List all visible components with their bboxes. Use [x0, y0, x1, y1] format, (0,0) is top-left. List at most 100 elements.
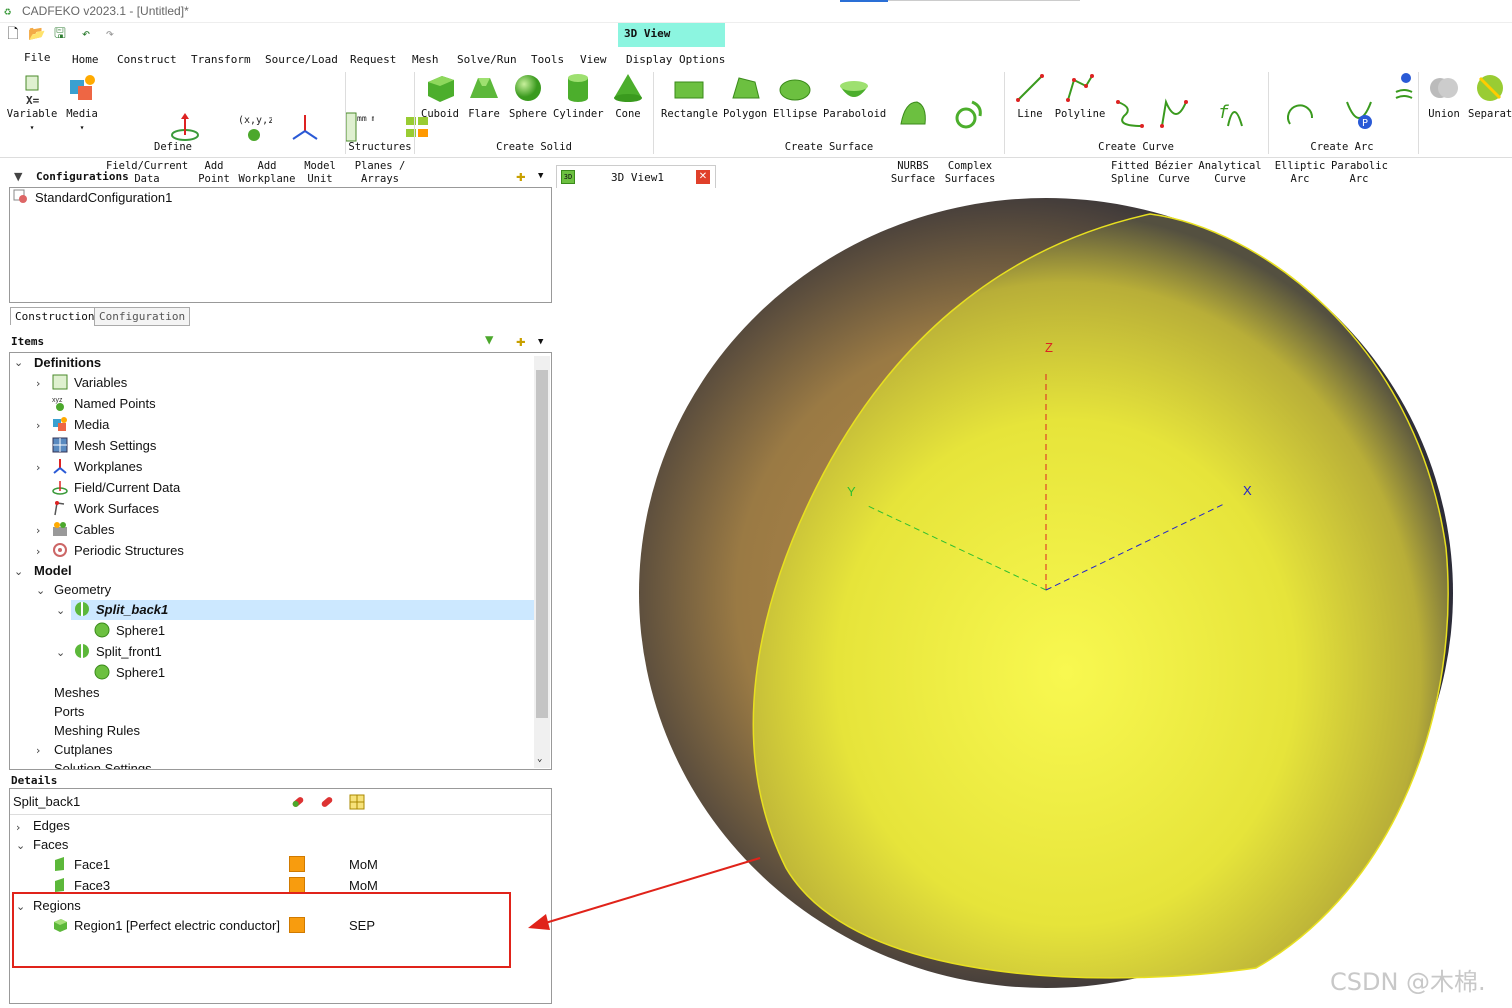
configurations-list: StandardConfiguration1 — [9, 187, 552, 303]
line-button[interactable]: Line — [1012, 72, 1048, 121]
tree-node-model[interactable]: Model — [34, 561, 72, 581]
tree-node-definitions[interactable]: Definitions — [34, 353, 101, 373]
sphere-button[interactable]: Sphere — [508, 72, 548, 121]
details-face1[interactable]: Face1 — [52, 855, 110, 875]
rectangle-button[interactable]: Rectangle — [661, 72, 718, 121]
scroll-down-icon[interactable]: ⌄ — [537, 754, 542, 764]
undo-icon[interactable]: ↶ — [78, 26, 94, 42]
expand-chevron-icon[interactable]: ⌄ — [56, 604, 65, 617]
tab-transform[interactable]: Transform — [191, 53, 251, 66]
ellipse-button[interactable]: Ellipse — [773, 72, 817, 121]
window-title: CADFEKO v2023.1 - [Untitled]* — [22, 4, 189, 18]
tree-node-sphere1[interactable]: Sphere1 — [94, 663, 165, 683]
tab-request[interactable]: Request — [350, 53, 396, 66]
expand-chevron-icon[interactable]: ⌄ — [14, 356, 23, 369]
flare-icon — [468, 72, 500, 104]
cylinder-button[interactable]: Cylinder — [553, 72, 604, 121]
color-swatch[interactable] — [289, 877, 305, 893]
tree-node-work-surfaces[interactable]: Work Surfaces — [52, 499, 159, 519]
add-configuration-icon[interactable]: ✚ — [516, 166, 526, 185]
tab-construction[interactable]: Construction — [10, 307, 100, 325]
color-swatch[interactable] — [289, 856, 305, 872]
ribbon-separator — [345, 72, 346, 154]
collapse-chevron-icon[interactable]: › — [16, 821, 20, 834]
tree-node-mesh-settings[interactable]: Mesh Settings — [52, 436, 156, 456]
tree-node-geometry[interactable]: Geometry — [54, 580, 111, 600]
scrollbar-thumb[interactable] — [536, 370, 548, 718]
tree-node-periodic-structures[interactable]: Periodic Structures — [52, 541, 184, 561]
close-tab-icon[interactable]: ✕ — [696, 170, 710, 184]
add-item-icon[interactable]: ✚ — [516, 331, 526, 350]
tree-node-media[interactable]: Media — [52, 415, 109, 435]
tab-view[interactable]: View — [580, 53, 607, 66]
tree-node-cables[interactable]: Cables — [52, 520, 114, 540]
tree-node-ports[interactable]: Ports — [54, 702, 84, 722]
tree-node-meshing-rules[interactable]: Meshing Rules — [54, 721, 140, 741]
collapse-chevron-icon[interactable]: › — [36, 419, 40, 432]
tree-node-sphere1[interactable]: Sphere1 — [94, 621, 165, 641]
tab-solve-run[interactable]: Solve/Run — [457, 53, 517, 66]
collapse-chevron-icon[interactable]: › — [36, 744, 40, 757]
details-edges[interactable]: Edges — [33, 816, 70, 836]
tree-node-named-points[interactable]: xyz Named Points — [52, 394, 156, 414]
tree-node-variables[interactable]: Variables — [52, 373, 127, 393]
tab-source-load[interactable]: Source/Load — [265, 53, 338, 66]
tree-node-solution-settings[interactable]: Solution Settings — [54, 759, 152, 769]
group-create-surface-label: Create Surface — [784, 141, 874, 153]
svg-text:X=: X= — [26, 94, 40, 104]
tree-node-meshes[interactable]: Meshes — [54, 683, 100, 703]
tree-node-workplanes[interactable]: Workplanes — [52, 457, 142, 477]
collapse-chevron-icon[interactable]: › — [36, 524, 40, 537]
union-icon — [1428, 72, 1460, 104]
paraboloid-button[interactable]: Paraboloid — [823, 72, 886, 121]
expand-chevron-icon[interactable]: ⌄ — [36, 584, 45, 597]
tab-file[interactable]: File — [24, 51, 51, 64]
tree-node-split-back1[interactable]: Split_back1 — [74, 600, 168, 620]
media-button[interactable]: Media ▾ — [62, 72, 102, 134]
helix-button[interactable] — [1393, 72, 1415, 108]
add-item-dropdown-icon[interactable]: ▼ — [538, 337, 543, 347]
collapse-chevron-icon[interactable]: › — [36, 377, 40, 390]
ribbon-separator — [653, 72, 654, 154]
svg-text:f: f — [1218, 102, 1229, 123]
variable-button[interactable]: X= Variable ▾ — [6, 72, 58, 134]
flare-button[interactable]: Flare — [466, 72, 502, 121]
tab-display-options[interactable]: Display Options — [626, 53, 725, 66]
open-file-icon[interactable]: 📂 — [28, 26, 45, 42]
save-icon[interactable]: 🖫 — [52, 26, 68, 42]
svg-text:P: P — [1362, 118, 1368, 129]
context-tab-3d-view[interactable]: 3D View — [618, 23, 725, 47]
collapse-configurations-icon[interactable]: ▼ — [14, 170, 22, 183]
tab-home[interactable]: Home — [72, 53, 99, 66]
details-faces[interactable]: Faces — [33, 835, 68, 855]
tab-configuration[interactable]: Configuration — [94, 307, 191, 326]
configuration-dropdown-icon[interactable]: ▼ — [538, 171, 543, 181]
pill-green-icon[interactable] — [290, 794, 306, 813]
expand-chevron-icon[interactable]: ⌄ — [14, 565, 23, 578]
tab-tools[interactable]: Tools — [531, 53, 564, 66]
new-file-icon[interactable]: 🗋 — [5, 26, 21, 42]
expand-chevron-icon[interactable]: ⌄ — [56, 646, 65, 659]
polyline-button[interactable]: Polyline — [1054, 72, 1106, 121]
tree-node-field-current-data[interactable]: Field/Current Data — [52, 478, 180, 498]
polygon-button[interactable]: Polygon — [723, 72, 767, 121]
ellipse-icon — [779, 72, 811, 104]
tab-mesh[interactable]: Mesh — [412, 53, 439, 66]
expand-chevron-icon[interactable]: ⌄ — [16, 839, 25, 852]
ribbon-separator — [1418, 72, 1419, 154]
redo-icon[interactable]: ↷ — [102, 26, 118, 42]
cone-button[interactable]: Cone — [611, 72, 645, 121]
cuboid-button[interactable]: Cuboid — [420, 72, 460, 121]
pill-red-icon[interactable] — [319, 794, 335, 813]
collapse-chevron-icon[interactable]: › — [36, 545, 40, 558]
mesh-grid-icon[interactable] — [349, 794, 365, 813]
configuration-item[interactable]: StandardConfiguration1 — [13, 188, 172, 208]
items-scrollbar[interactable]: ⌄ — [534, 356, 550, 768]
view-tab-3d-view1[interactable]: 3D 3D View1 ✕ — [556, 165, 716, 188]
filter-icon[interactable]: ▼ — [485, 332, 493, 348]
tree-node-split-front1[interactable]: Split_front1 — [74, 642, 162, 662]
union-button[interactable]: Union — [1424, 72, 1464, 121]
collapse-chevron-icon[interactable]: › — [36, 461, 40, 474]
tree-node-cutplanes[interactable]: Cutplanes — [54, 740, 113, 760]
separate-button[interactable]: Separat — [1468, 72, 1512, 121]
